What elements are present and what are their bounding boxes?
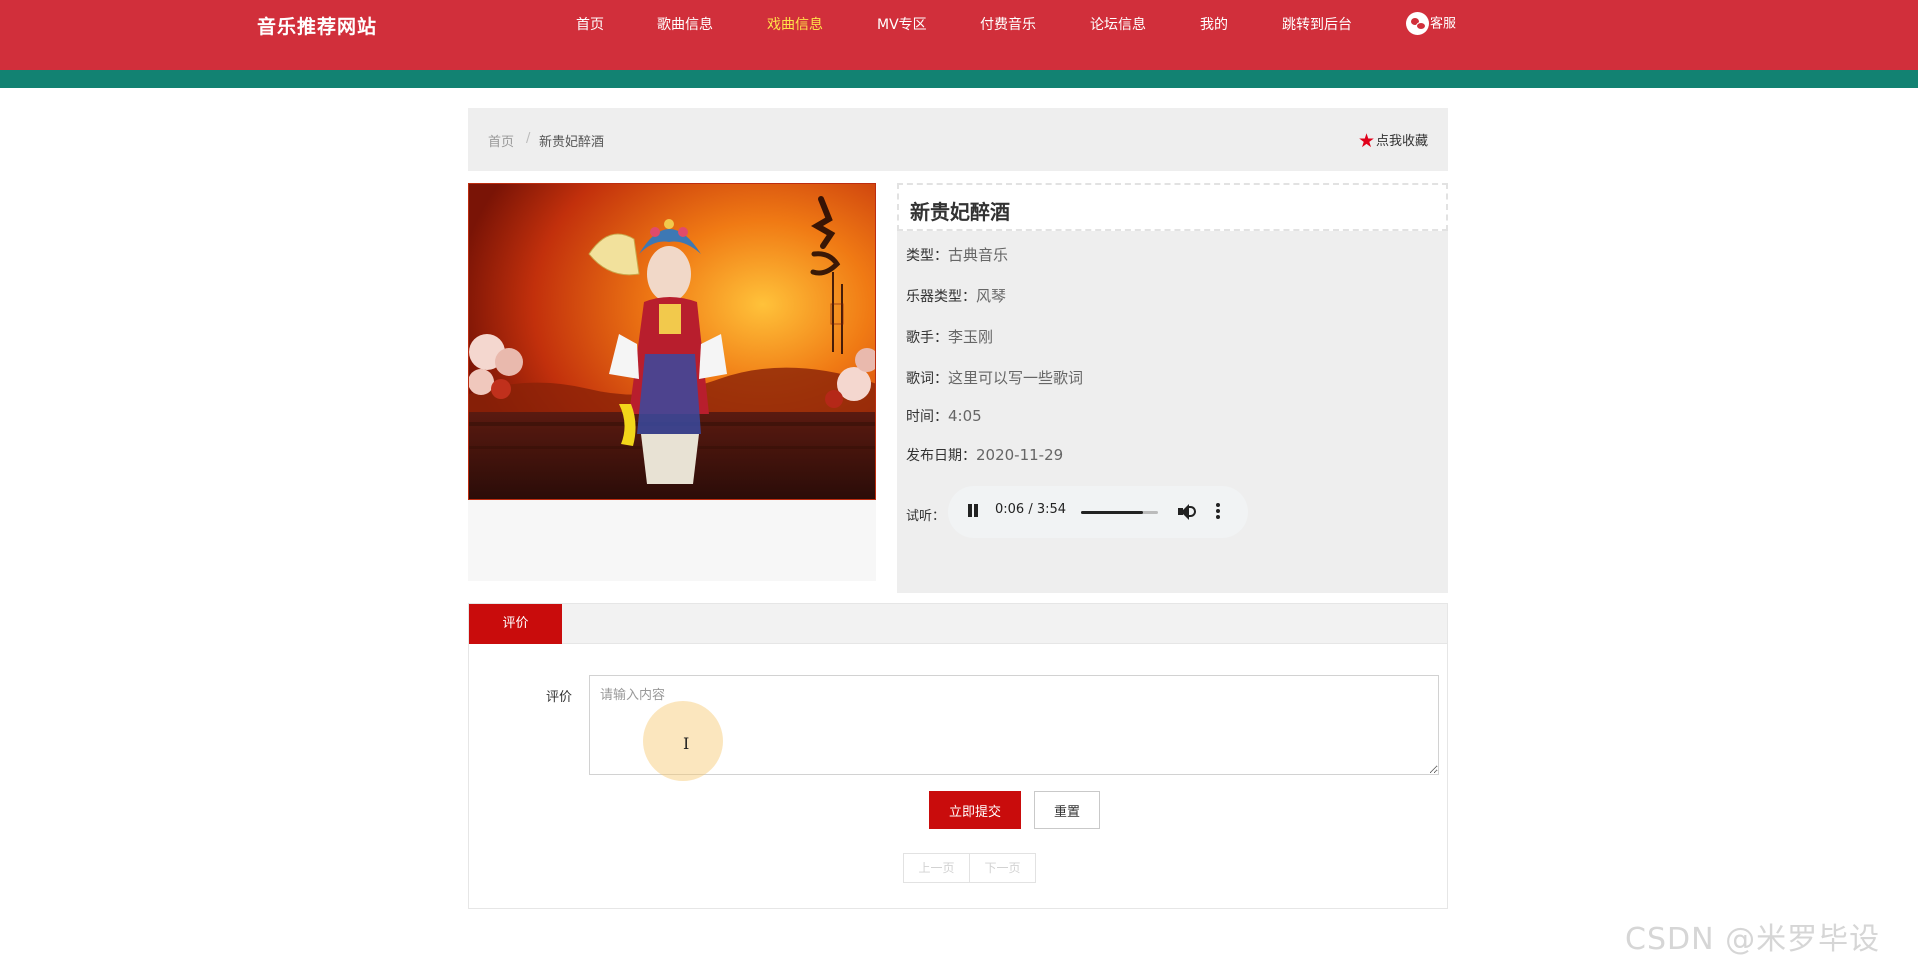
info-label: 歌词：: [906, 371, 948, 387]
info-value: 风琴: [976, 287, 1007, 305]
tab-review[interactable]: 评价: [469, 604, 562, 644]
info-label: 发布日期：: [906, 448, 976, 464]
next-page-button[interactable]: 下一页: [969, 853, 1036, 883]
song-title: 新贵妃醉酒: [910, 200, 1010, 224]
nav-songs[interactable]: 歌曲信息: [657, 14, 713, 34]
review-section: 评价 评价 I 立即提交 重置 上一页 下一页: [468, 603, 1448, 909]
nav-paid-music[interactable]: 付费音乐: [980, 14, 1036, 34]
reset-button[interactable]: 重置: [1034, 791, 1100, 829]
nav-opera[interactable]: 戏曲信息: [767, 14, 823, 34]
volume-slider[interactable]: [1081, 511, 1158, 514]
opera-cover-illustration: [469, 184, 875, 499]
header-accent-stripe: [0, 70, 1918, 88]
review-field-label: 评价: [546, 690, 573, 705]
nav-mine[interactable]: 我的: [1200, 14, 1228, 34]
info-genre: 类型：古典音乐: [906, 244, 1008, 265]
breadcrumb-separator: /: [526, 131, 531, 146]
prev-page-button[interactable]: 上一页: [903, 853, 970, 883]
info-label: 类型：: [906, 248, 948, 264]
text-cursor-icon: I: [683, 734, 690, 753]
nav-home[interactable]: 首页: [576, 14, 604, 34]
info-release-date: 发布日期：2020-11-29: [906, 445, 1063, 465]
info-value: 古典音乐: [948, 246, 1009, 264]
info-singer: 歌手：李玉刚: [906, 326, 993, 347]
wechat-icon: [1406, 12, 1429, 35]
breadcrumb-home[interactable]: 首页: [488, 131, 514, 150]
volume-slider-fill: [1081, 511, 1143, 514]
info-duration: 时间：4:05: [906, 406, 982, 426]
info-value: 4:05: [948, 407, 982, 425]
watermark: CSDN @米罗毕设: [1625, 922, 1881, 957]
nav-admin[interactable]: 跳转到后台: [1282, 14, 1352, 34]
volume-icon[interactable]: [1177, 503, 1197, 521]
info-label: 时间：: [906, 409, 948, 425]
more-options-icon[interactable]: [1216, 503, 1220, 519]
info-label: 歌手：: [906, 330, 948, 346]
nav-forum[interactable]: 论坛信息: [1090, 14, 1146, 34]
breadcrumb-current: 新贵妃醉酒: [539, 135, 605, 150]
pause-icon[interactable]: [967, 504, 979, 518]
listen-label: 试听：: [906, 509, 946, 524]
info-lyrics: 歌词：这里可以写一些歌词: [906, 367, 1083, 388]
favorite-button[interactable]: ★点我收藏: [1358, 130, 1428, 152]
customer-service-label: 客服: [1430, 16, 1457, 32]
info-instrument: 乐器类型：风琴: [906, 285, 1006, 306]
star-icon: ★: [1357, 130, 1375, 152]
info-value: 2020-11-29: [976, 446, 1064, 464]
audio-time: 0:06 / 3:54: [995, 502, 1067, 517]
info-value: 这里可以写一些歌词: [948, 369, 1084, 387]
opera-cover-image: [468, 183, 876, 500]
info-value: 李玉刚: [948, 328, 994, 346]
song-title-box: 新贵妃醉酒: [897, 183, 1448, 231]
top-navigation-bar: 音乐推荐网站 首页 歌曲信息 戏曲信息 MV专区 付费音乐 论坛信息 我的 跳转…: [0, 0, 1918, 70]
audio-player[interactable]: 0:06 / 3:54: [948, 486, 1248, 538]
song-info-panel: 新贵妃醉酒 类型：古典音乐 乐器类型：风琴 歌手：李玉刚 歌词：这里可以写一些歌…: [897, 183, 1448, 593]
site-title[interactable]: 音乐推荐网站: [257, 12, 377, 39]
review-tab-bar: 评价: [469, 604, 1447, 644]
submit-button[interactable]: 立即提交: [929, 791, 1021, 829]
nav-mv[interactable]: MV专区: [877, 14, 927, 34]
info-label: 乐器类型：: [906, 289, 976, 305]
favorite-label: 点我收藏: [1375, 134, 1428, 149]
breadcrumb: 首页 / 新贵妃醉酒 ★点我收藏: [468, 108, 1448, 171]
nav-customer-service[interactable]: 客服: [1406, 12, 1456, 35]
cover-panel: [468, 183, 876, 581]
